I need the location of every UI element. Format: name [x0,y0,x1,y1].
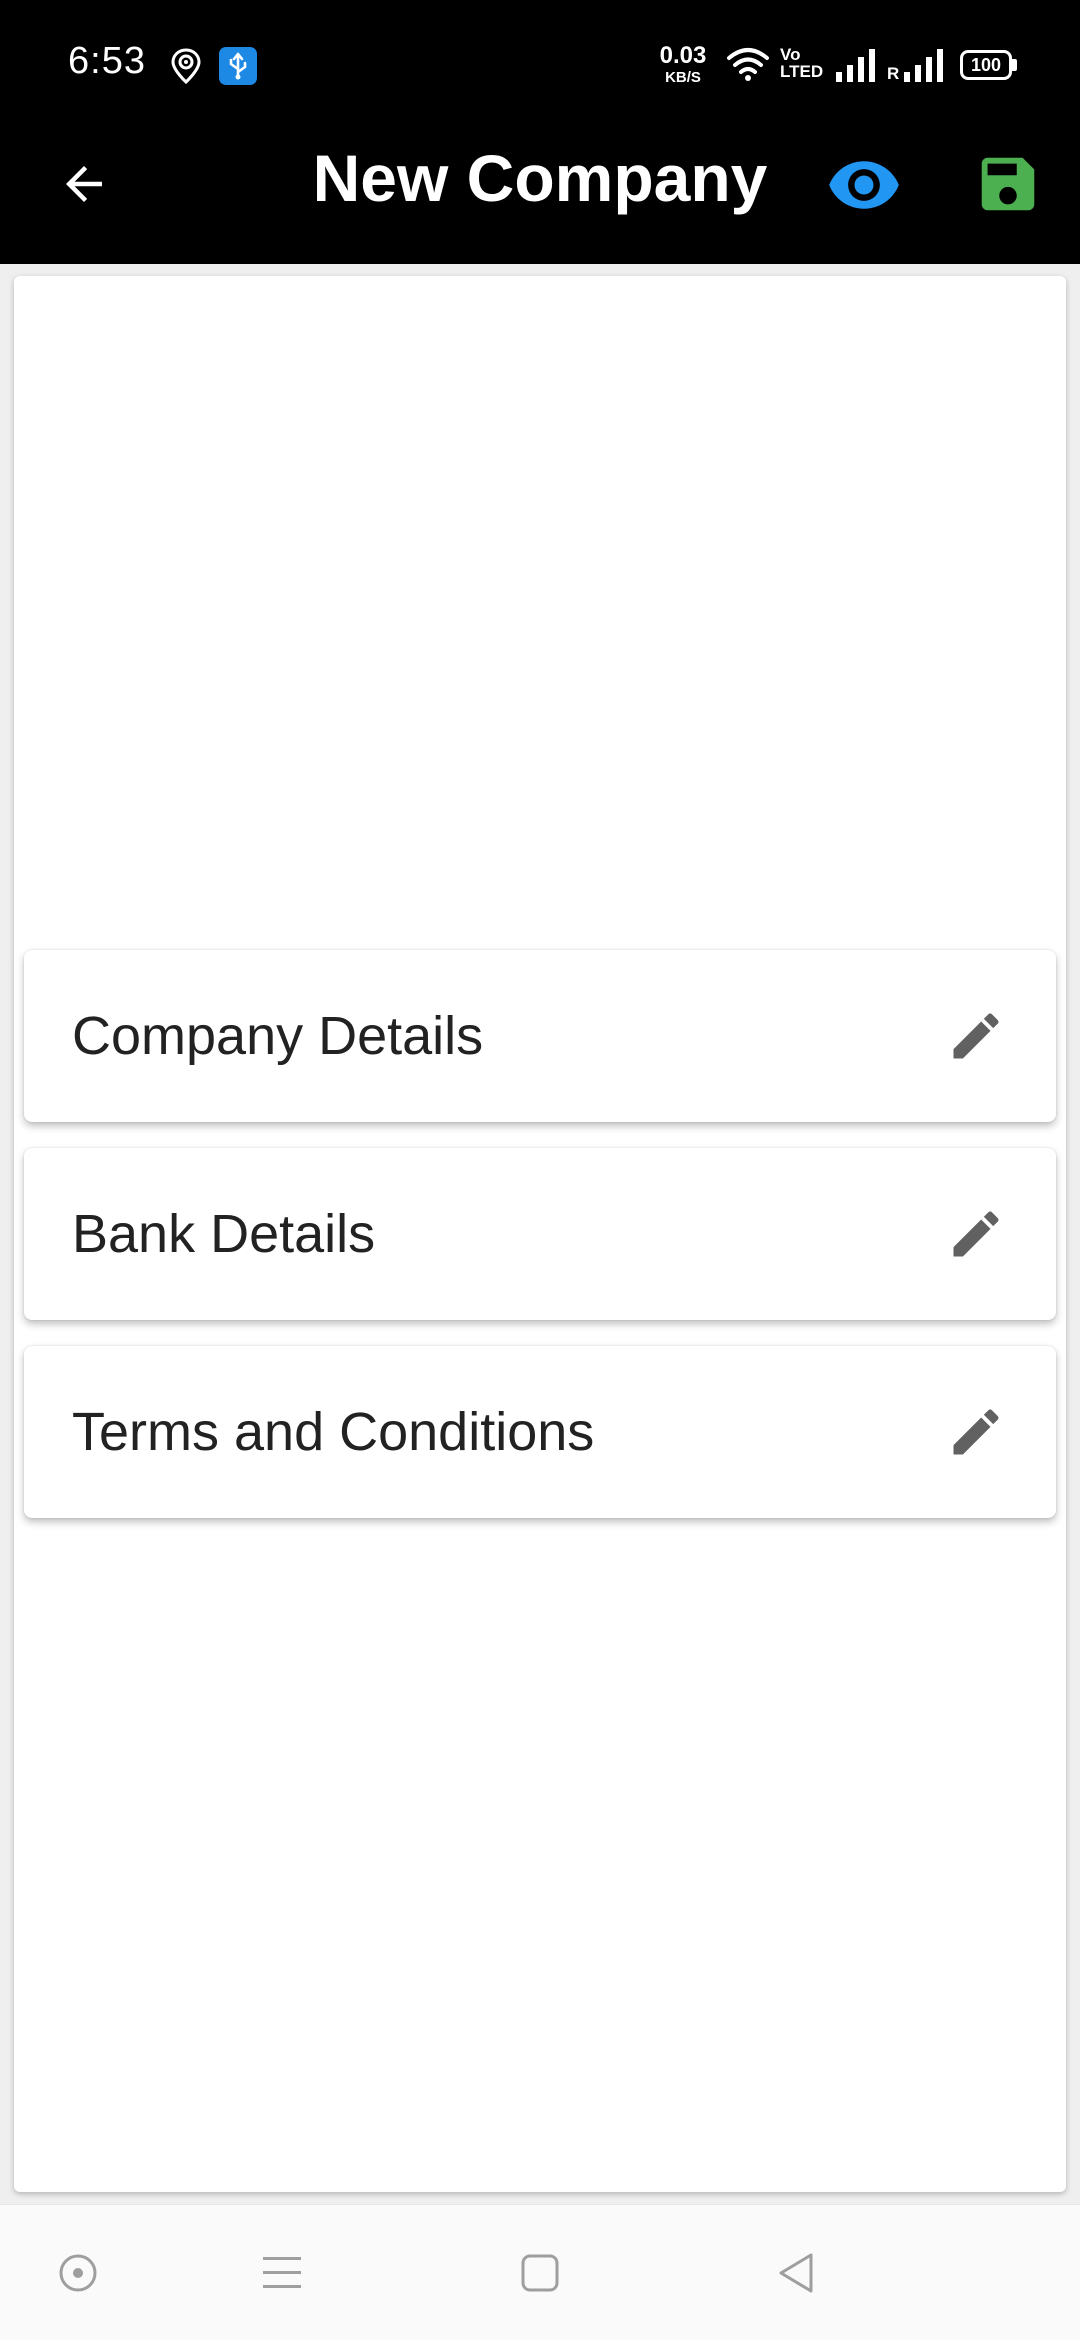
roaming-label: R [887,64,900,83]
battery-level: 100 [970,54,1002,75]
status-time: 6:53 [68,40,146,82]
section-label: Terms and Conditions [72,1402,595,1462]
save-icon [981,157,1035,211]
save-button[interactable] [970,146,1046,222]
edit-pencil-icon[interactable] [946,1402,1006,1462]
usb-icon [219,47,257,85]
home-button[interactable] [510,2243,570,2303]
wifi-icon [727,48,769,81]
battery-tip [1012,59,1017,71]
home-square-icon [521,2254,559,2292]
arrow-back-icon [66,166,102,202]
app-bar: New Company [0,130,1080,264]
net-speed-value: 0.03 [659,42,707,69]
signal-icon [836,49,875,82]
nav-back-button[interactable] [766,2243,826,2303]
recents-menu-button[interactable] [252,2243,312,2303]
volte-label-1: Vo [780,45,801,64]
recents-menu-icon [263,2257,301,2288]
section-label: Bank Details [72,1204,376,1264]
section-card-terms-and-conditions[interactable]: Terms and Conditions [24,1346,1056,1518]
eye-icon [829,161,899,209]
net-speed-unit: KB/S [665,69,701,86]
location-icon [171,48,201,84]
edit-pencil-icon[interactable] [946,1006,1006,1066]
assistant-icon [59,2254,97,2292]
back-triangle-icon [779,2253,813,2293]
volte-label-2: LTED [780,62,824,81]
section-card-bank-details[interactable]: Bank Details [24,1148,1056,1320]
status-bar: 6:53 0.03 KB/S Vo LTED R 100 [0,0,1080,130]
signal-roaming-icon [904,49,943,82]
top-bar-region: 6:53 0.03 KB/S Vo LTED R 100 New Company [0,0,1080,264]
volte-badge: Vo LTED [780,45,824,81]
section-label: Company Details [72,1006,484,1066]
system-nav-bar [0,2204,1080,2340]
page-title: New Company [312,141,768,215]
net-speed: 0.03 KB/S [655,42,711,86]
content-area: Company Details Bank Details Terms and C… [0,264,1080,2204]
assistant-button[interactable] [48,2243,108,2303]
section-card-company-details[interactable]: Company Details [24,950,1056,1122]
edit-pencil-icon[interactable] [946,1204,1006,1264]
form-sheet: Company Details Bank Details Terms and C… [14,276,1066,2192]
back-button[interactable] [48,148,120,220]
preview-button[interactable] [822,150,906,220]
battery-icon: 100 [960,50,1012,80]
